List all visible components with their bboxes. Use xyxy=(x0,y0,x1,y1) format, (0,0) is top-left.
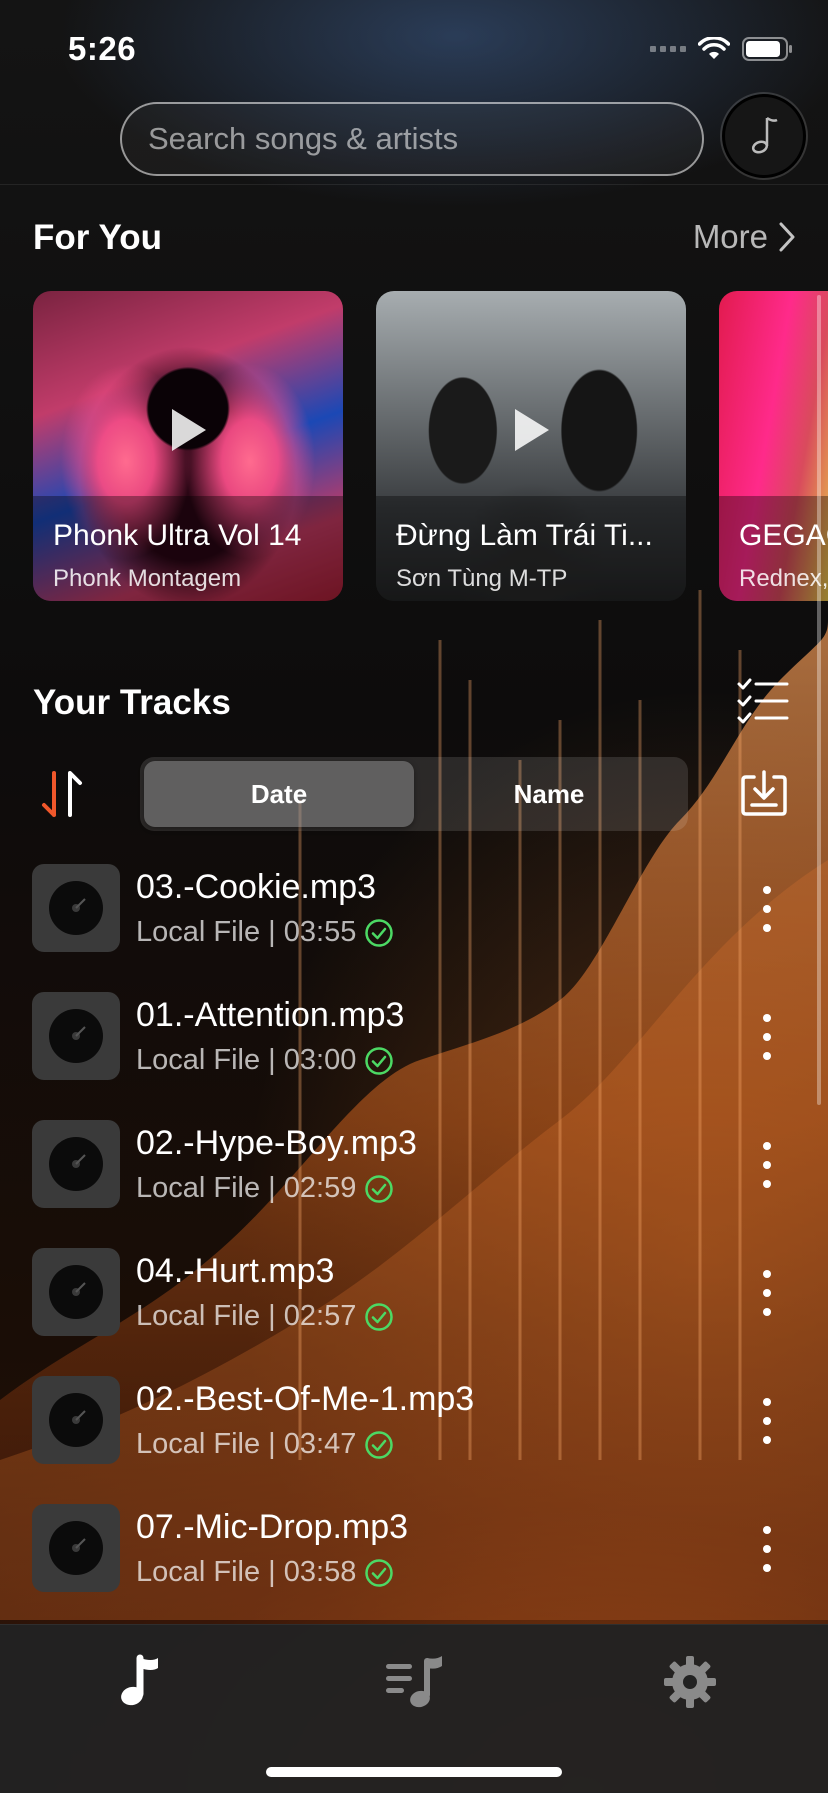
vinyl-disc-icon xyxy=(32,864,120,952)
track-row[interactable]: 03.-Cookie.mp3 Local File | 03:55 xyxy=(0,864,828,976)
downloaded-check-icon xyxy=(365,1174,394,1203)
track-source-duration: Local File | 03:55 xyxy=(136,916,357,948)
downloaded-check-icon xyxy=(365,1430,394,1459)
downloaded-check-icon xyxy=(365,1046,394,1075)
vinyl-disc-icon xyxy=(32,1248,120,1336)
vinyl-disc-icon xyxy=(32,1120,120,1208)
your-tracks-heading: Your Tracks xyxy=(33,683,231,722)
sort-option-name[interactable]: Name xyxy=(414,761,684,827)
track-title: 03.-Cookie.mp3 xyxy=(136,868,377,906)
downloaded-check-icon xyxy=(365,1302,394,1331)
track-title: 04.-Hurt.mp3 xyxy=(136,1252,335,1290)
more-options-icon[interactable] xyxy=(752,1526,782,1572)
import-download-icon[interactable] xyxy=(740,769,788,817)
track-source-duration: Local File | 02:57 xyxy=(136,1300,357,1332)
playlist-icon xyxy=(386,1656,442,1708)
for-you-heading: For You xyxy=(33,218,162,257)
sort-order-icon[interactable] xyxy=(40,769,86,819)
more-options-icon[interactable] xyxy=(752,1142,782,1188)
track-row[interactable]: 02.-Hype-Boy.mp3 Local File | 02:59 xyxy=(0,1120,828,1232)
play-icon[interactable] xyxy=(509,405,553,455)
track-title: 02.-Hype-Boy.mp3 xyxy=(136,1124,417,1162)
now-playing-button[interactable] xyxy=(722,94,806,178)
tab-settings[interactable] xyxy=(630,1647,750,1717)
track-title: 02.-Best-Of-Me-1.mp3 xyxy=(136,1380,475,1418)
track-meta: Local File | 03:58 xyxy=(136,1556,394,1589)
more-options-icon[interactable] xyxy=(752,886,782,932)
tab-bar xyxy=(0,1624,828,1793)
downloaded-check-icon xyxy=(365,918,394,947)
tab-music[interactable] xyxy=(80,1647,200,1717)
music-note-icon xyxy=(121,1654,158,1706)
vinyl-disc-icon xyxy=(32,992,120,1080)
cellular-signal-icon xyxy=(650,46,686,52)
wifi-icon xyxy=(698,37,730,59)
track-title: 07.-Mic-Drop.mp3 xyxy=(136,1508,409,1546)
scrollbar[interactable] xyxy=(817,295,821,1105)
track-meta: Local File | 03:55 xyxy=(136,916,394,949)
gear-icon xyxy=(664,1656,716,1708)
card-title: Đừng Làm Trái Ti... xyxy=(396,519,653,552)
tab-playlists[interactable] xyxy=(354,1647,474,1717)
track-row[interactable]: 02.-Best-Of-Me-1.mp3 Local File | 03:47 xyxy=(0,1376,828,1488)
more-options-icon[interactable] xyxy=(752,1270,782,1316)
track-row[interactable]: 04.-Hurt.mp3 Local File | 02:57 xyxy=(0,1248,828,1360)
track-title: 01.-Attention.mp3 xyxy=(136,996,405,1034)
track-row[interactable]: 01.-Attention.mp3 Local File | 03:00 xyxy=(0,992,828,1104)
card-artist: Sơn Tùng M-TP xyxy=(396,565,568,592)
status-time: 5:26 xyxy=(68,30,137,67)
track-source-duration: Local File | 03:00 xyxy=(136,1044,357,1076)
vinyl-disc-icon xyxy=(32,1504,120,1592)
for-you-card[interactable]: Phonk Ultra Vol 14 Phonk Montagem xyxy=(33,291,343,601)
more-label: More xyxy=(692,218,768,255)
header-divider xyxy=(0,184,828,185)
more-options-icon[interactable] xyxy=(752,1398,782,1444)
select-tracks-icon[interactable] xyxy=(736,677,790,725)
track-meta: Local File | 03:47 xyxy=(136,1428,394,1461)
music-note-icon xyxy=(751,116,778,154)
card-title: GEGAC xyxy=(739,519,828,552)
search-bar[interactable] xyxy=(120,102,704,176)
play-icon[interactable] xyxy=(166,405,210,455)
vinyl-disc-icon xyxy=(32,1376,120,1464)
for-you-card[interactable]: Đừng Làm Trái Ti... Sơn Tùng M-TP xyxy=(376,291,686,601)
for-you-card[interactable]: GEGAC Rednex, xyxy=(719,291,828,601)
status-icons xyxy=(650,36,794,62)
sort-segmented-control[interactable]: Date Name xyxy=(140,757,688,831)
home-indicator xyxy=(266,1767,562,1777)
card-artist: Rednex, xyxy=(739,565,828,592)
track-meta: Local File | 03:00 xyxy=(136,1044,394,1077)
sort-option-date[interactable]: Date xyxy=(144,761,414,827)
chevron-right-icon xyxy=(779,222,795,252)
card-title: Phonk Ultra Vol 14 xyxy=(53,519,302,552)
more-options-icon[interactable] xyxy=(752,1014,782,1060)
track-source-duration: Local File | 03:58 xyxy=(136,1556,357,1588)
battery-icon xyxy=(742,37,792,61)
downloaded-check-icon xyxy=(365,1558,394,1587)
search-input[interactable] xyxy=(146,120,702,158)
more-link[interactable]: More xyxy=(693,218,796,256)
card-artist: Phonk Montagem xyxy=(53,565,242,592)
track-meta: Local File | 02:57 xyxy=(136,1300,394,1333)
track-source-duration: Local File | 02:59 xyxy=(136,1172,357,1204)
track-row[interactable]: 07.-Mic-Drop.mp3 Local File | 03:58 xyxy=(0,1504,828,1616)
track-source-duration: Local File | 03:47 xyxy=(136,1428,357,1460)
track-meta: Local File | 02:59 xyxy=(136,1172,394,1205)
